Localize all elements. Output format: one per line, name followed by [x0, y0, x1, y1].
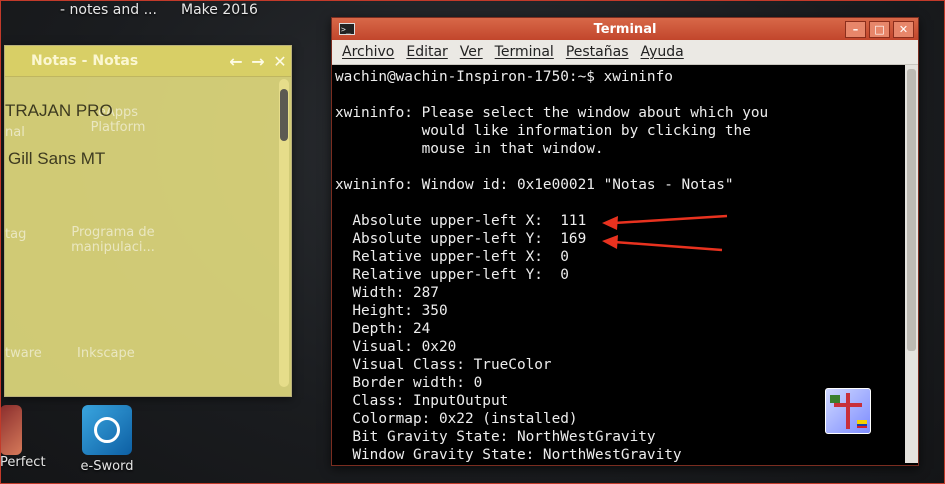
emblem-flag: [830, 395, 840, 403]
menu-editar[interactable]: Editar: [406, 44, 447, 60]
menu-ayuda[interactable]: Ayuda: [641, 44, 684, 60]
desktop-icon-esword[interactable]: e-Sword: [72, 405, 142, 474]
notes-scrollbar[interactable]: [279, 79, 289, 387]
desktop-icon-label: tag: [5, 227, 27, 242]
menu-terminal[interactable]: Terminal: [495, 44, 554, 60]
notes-body[interactable]: nal eApps Platform tag Programa de manip…: [5, 77, 291, 395]
notes-titlebar[interactable]: Notas - Notas ← → ✕: [5, 46, 291, 77]
desktop-label-make[interactable]: Make 2016: [181, 2, 258, 18]
notes-title: Notas - Notas: [31, 53, 139, 69]
arrow-y-annotation: [602, 235, 723, 252]
notes-window[interactable]: Notas - Notas ← → ✕ nal eApps Platform t…: [4, 45, 292, 397]
close-icon[interactable]: ✕: [269, 52, 291, 71]
arrow-left-icon[interactable]: ←: [225, 52, 247, 71]
menu-ver[interactable]: Ver: [460, 44, 483, 60]
terminal-titlebar[interactable]: >_ Terminal – □ ✕: [332, 18, 918, 40]
close-icon[interactable]: ✕: [893, 21, 914, 38]
emblem-icon: [825, 388, 871, 434]
desktop-icon-label: nal: [5, 125, 25, 140]
desktop-icon-label: tware: [5, 346, 42, 361]
terminal-scroll-thumb[interactable]: [907, 69, 916, 351]
maximize-icon[interactable]: □: [869, 21, 890, 38]
window-controls: – □ ✕: [845, 21, 914, 38]
desktop-icon-label: e-Sword: [80, 459, 134, 474]
notes-line: TRAJAN PRO: [5, 101, 113, 120]
emblem-flag: [857, 420, 867, 428]
terminal-menubar: Archivo Editar Ver Terminal Pestañas Ayu…: [332, 40, 918, 65]
notes-scroll-thumb[interactable]: [280, 89, 288, 141]
terminal-title: Terminal: [593, 21, 657, 37]
terminal-scrollbar[interactable]: [905, 65, 918, 463]
desktop-icon-label: Programa de manipulaci...: [71, 225, 155, 255]
arrow-x-annotation: [602, 214, 728, 230]
esword-icon: [82, 405, 132, 455]
notes-line: Gill Sans MT: [8, 149, 106, 168]
desktop-icon-perfect[interactable]: Perfect: [0, 405, 50, 470]
emblem-cross-horizontal: [834, 403, 862, 407]
terminal-screen[interactable]: wachin@wachin-Inspiron-1750:~$ xwininfo …: [332, 65, 918, 463]
menu-pestanas[interactable]: Pestañas: [566, 44, 629, 60]
terminal-window[interactable]: >_ Terminal – □ ✕ Archivo Editar Ver Ter…: [331, 17, 919, 466]
desktop-icon-label: Inkscape: [77, 346, 135, 361]
menu-archivo[interactable]: Archivo: [342, 44, 394, 60]
desktop-icon-label: Perfect: [0, 455, 46, 470]
emblem-cross-vertical: [846, 393, 850, 429]
desktop-label-notes[interactable]: - notes and ...: [60, 2, 157, 18]
minimize-icon[interactable]: –: [845, 21, 866, 38]
arrow-right-icon[interactable]: →: [247, 52, 269, 71]
app-icon: [0, 405, 22, 455]
